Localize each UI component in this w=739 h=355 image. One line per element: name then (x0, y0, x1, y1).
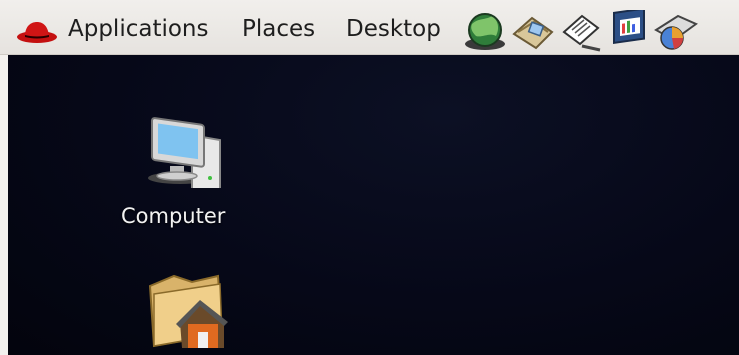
menu-applications[interactable]: Applications (68, 14, 209, 44)
computer-icon-label[interactable]: Computer (121, 204, 225, 228)
screen: Applications Places Desktop Computer (0, 0, 739, 355)
top-panel: Applications Places Desktop (0, 0, 739, 55)
presentation-icon[interactable] (606, 10, 652, 52)
desktop-left-edge (0, 55, 8, 355)
computer-icon[interactable] (140, 108, 230, 188)
chart-app-icon[interactable] (652, 10, 698, 52)
menu-desktop[interactable]: Desktop (346, 14, 441, 44)
email-client-icon[interactable] (510, 10, 556, 52)
desktop-background (8, 55, 739, 355)
menu-places[interactable]: Places (242, 14, 315, 44)
home-folder-icon[interactable] (140, 270, 230, 350)
redhat-logo-icon[interactable] (16, 20, 58, 44)
web-browser-icon[interactable] (462, 10, 508, 52)
text-editor-icon[interactable] (558, 10, 604, 52)
